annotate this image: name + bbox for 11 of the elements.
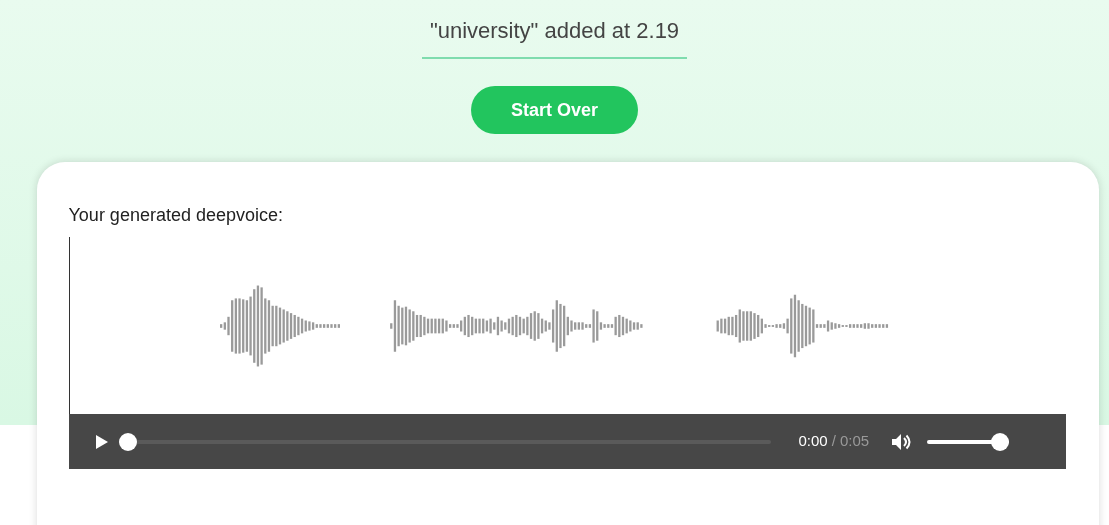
progress-slider[interactable] — [118, 432, 771, 451]
volume-thumb[interactable] — [991, 432, 1010, 451]
status-message: "university" added at 2.19 — [429, 17, 680, 45]
time-separator: / — [831, 431, 836, 452]
volume-slider[interactable] — [927, 432, 1010, 451]
duration-time: 0:05 — [839, 431, 870, 452]
current-time: 0:00 — [798, 431, 828, 452]
progress-thumb[interactable] — [118, 432, 137, 451]
play-icon[interactable] — [94, 433, 109, 450]
start-over-button[interactable]: Start Over — [471, 86, 638, 134]
card-label: Your generated deepvoice: — [68, 204, 284, 227]
